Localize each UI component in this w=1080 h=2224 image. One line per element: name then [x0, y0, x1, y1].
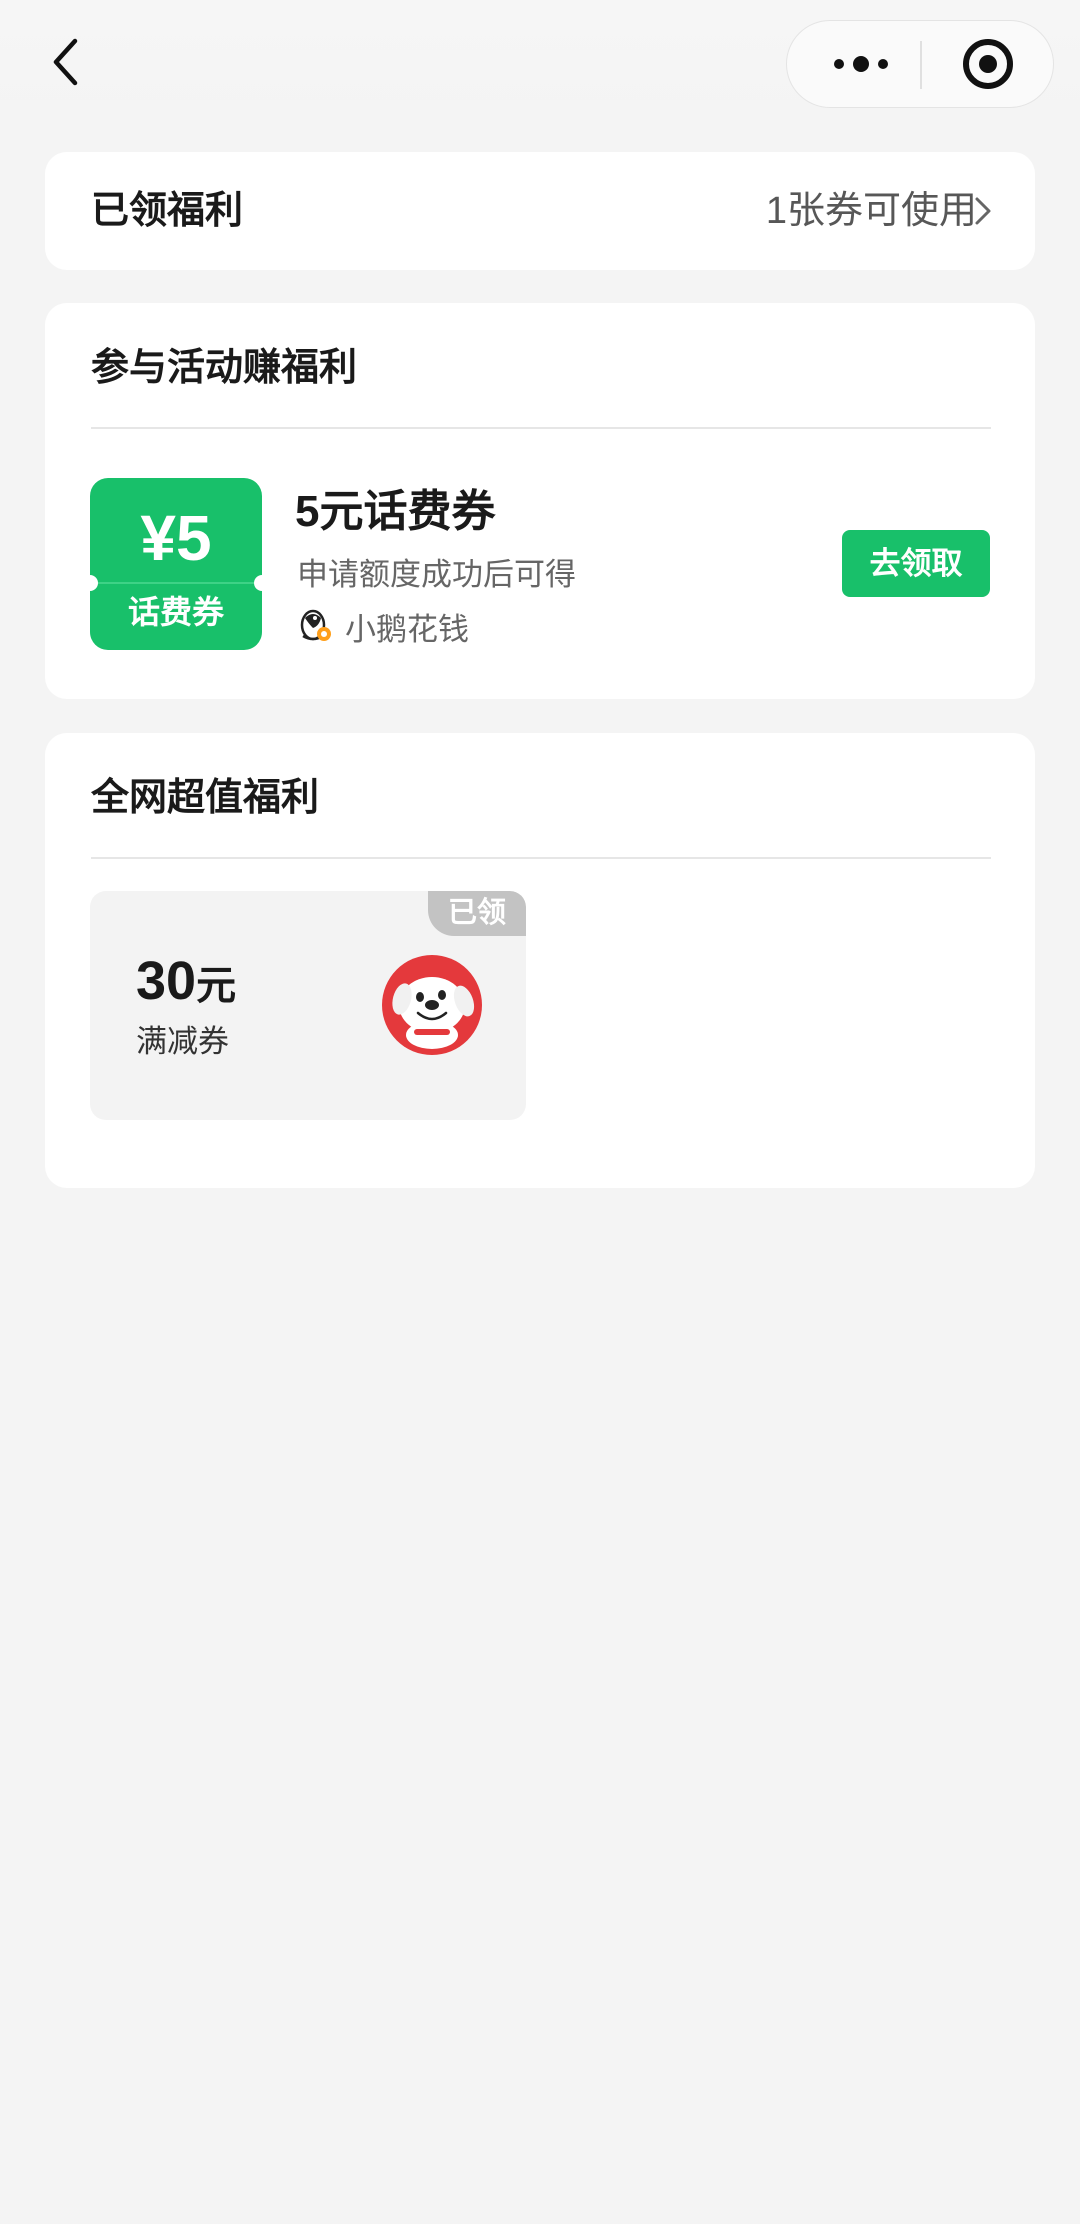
- close-button[interactable]: [933, 21, 1043, 106]
- activity-brand: 小鹅花钱: [297, 604, 469, 648]
- chevron-left-icon: [53, 38, 78, 86]
- coupon-notch: [254, 575, 262, 591]
- chevron-right-icon: [975, 197, 991, 225]
- coupon-description: 满减券: [136, 1024, 229, 1059]
- more-button[interactable]: [815, 21, 907, 106]
- penguin-logo-icon: [300, 609, 331, 641]
- claimed-title: 已领福利: [91, 190, 244, 232]
- phone-credit-coupon: ¥5 话费券: [90, 478, 262, 650]
- section-divider: [91, 857, 991, 859]
- more-dots-icon: [834, 55, 888, 72]
- claimed-badge: 已领: [428, 891, 526, 936]
- section-title: 全网超值福利: [91, 777, 320, 819]
- section-title: 参与活动赚福利: [91, 347, 358, 389]
- activity-title: 5元话费券: [295, 487, 496, 536]
- activities-section: 参与活动赚福利 ¥5 话费券 5元话费券 申请额度成功后可得 小鹅花钱 去领取: [45, 303, 1035, 699]
- coupon-value-unit: 元: [196, 964, 237, 1008]
- claimed-summary: 1张券可使用: [765, 190, 977, 232]
- jd-dog-mascot-icon: [382, 955, 482, 1055]
- back-button[interactable]: [36, 32, 96, 92]
- coupon-amount: ¥5: [140, 502, 212, 574]
- coupon-type: 话费券: [127, 594, 224, 630]
- mini-program-capsule: [786, 20, 1054, 108]
- activity-subtitle: 申请额度成功后可得: [297, 557, 576, 592]
- capsule-divider: [920, 41, 922, 89]
- record-circle-icon: [963, 38, 1013, 89]
- coupon-value: 30元: [136, 949, 236, 1027]
- claim-button[interactable]: 去领取: [842, 530, 990, 597]
- title-bar: [0, 0, 1080, 134]
- coupon-divider: [90, 582, 262, 584]
- deals-section: 全网超值福利 已领 30元 满减券: [45, 733, 1035, 1188]
- coupon-value-number: 30: [136, 951, 197, 1011]
- discount-coupon-card[interactable]: 已领 30元 满减券: [90, 891, 526, 1120]
- section-divider: [91, 427, 991, 429]
- brand-name: 小鹅花钱: [345, 611, 469, 647]
- claimed-benefits-row[interactable]: 已领福利 1张券可使用: [45, 152, 1035, 270]
